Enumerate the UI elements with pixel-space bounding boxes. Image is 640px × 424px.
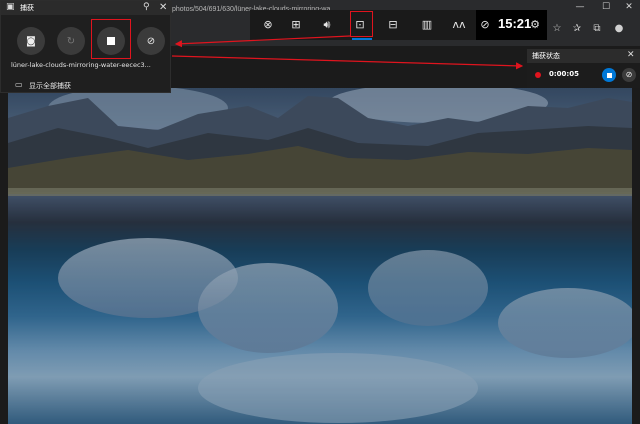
capture-widget: ▣ 捕获 ⚲ ✕ ◙ ↻ ⊘ lüner-lake-clouds-mirrori…: [0, 0, 172, 93]
mic-off-icon: ⊘: [625, 70, 633, 79]
lake-photo: [8, 88, 632, 424]
arrow-to-status-widget: [171, 55, 524, 70]
status-mic-button[interactable]: ⊘: [622, 68, 636, 82]
resources-icon[interactable]: ▥: [419, 17, 435, 33]
close-icon[interactable]: ✕: [159, 2, 167, 13]
highlight-box-stop: [91, 19, 131, 59]
maximize-button[interactable]: ☐: [594, 0, 618, 14]
capture-status-widget: 捕获状态 ✕ 0:00:05 ⊘: [527, 49, 640, 88]
record-last-button[interactable]: ↻: [57, 27, 85, 55]
highlight-box-capture: [350, 11, 373, 37]
favorites-list-icon[interactable]: ✰: [570, 22, 584, 36]
favorite-icon[interactable]: ☆: [550, 22, 564, 36]
settings-icon[interactable]: ⚙: [527, 17, 543, 33]
stop-record-icon: [606, 72, 612, 78]
screenshot-button[interactable]: ◙: [17, 27, 45, 55]
capture-active-indicator: [352, 38, 372, 40]
pin-icon[interactable]: ⚲: [143, 2, 150, 12]
close-icon[interactable]: ✕: [627, 50, 635, 60]
mic-off-icon: ⊘: [146, 35, 156, 47]
capture-widget-title: 捕获: [20, 4, 34, 12]
performance-icon[interactable]: ⊟: [385, 17, 401, 33]
status-stop-button[interactable]: [602, 68, 616, 82]
gallery-icon: ▭: [15, 80, 23, 89]
camera-icon: ◙: [26, 35, 36, 47]
status-widget-title: 捕获状态: [532, 52, 560, 60]
camera-icon: ▣: [6, 2, 15, 12]
profile-icon[interactable]: ●: [612, 22, 626, 36]
replay-icon: ↻: [66, 35, 76, 47]
audio-icon[interactable]: 🔊︎: [319, 17, 335, 33]
capture-filename[interactable]: lüner-lake-clouds-mirroring-water-eecec3…: [11, 61, 151, 69]
controller-icon[interactable]: ⊞: [288, 17, 304, 33]
recording-dot: [535, 72, 541, 78]
mic-toggle-button[interactable]: ⊘: [137, 27, 165, 55]
window-close-button[interactable]: ✕: [617, 0, 640, 14]
mic-off-icon[interactable]: ⊘: [477, 17, 493, 33]
social-icon[interactable]: ᴧᴧ: [451, 17, 467, 33]
recording-timer: 0:00:05: [549, 70, 579, 78]
xbox-icon[interactable]: ⊗: [260, 17, 276, 33]
game-bar: ⊗ ⊞ 🔊︎ ⊡ ⊟ ▥ ᴧᴧ ⊘ 15:21 ⚙: [250, 10, 547, 40]
minimize-button[interactable]: —: [568, 0, 592, 14]
show-all-captures-link[interactable]: 显示全部捕获: [29, 81, 71, 91]
collections-icon[interactable]: ⧉: [590, 22, 604, 36]
